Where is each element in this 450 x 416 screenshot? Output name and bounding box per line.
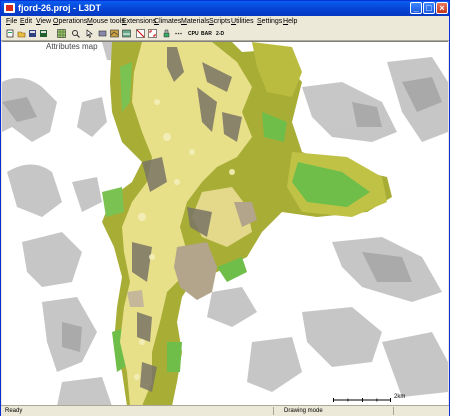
status-empty-cell [393, 407, 448, 415]
status-text: Ready [5, 408, 23, 414]
view-mode-toggle[interactable]: 2-D [216, 30, 224, 38]
save-all-icon[interactable] [39, 29, 48, 38]
app-icon [4, 3, 15, 13]
status-bar: Ready Drawing mode [1, 405, 449, 416]
menu-edit[interactable]: Edit [20, 17, 32, 27]
shape-icon[interactable] [98, 29, 107, 38]
app-window: fjord-26.proj - L3DT _ □ × File Edit Vie… [0, 0, 450, 416]
paint-icon[interactable] [162, 29, 171, 38]
minimize-button[interactable]: _ [410, 2, 422, 14]
toolbar: CPU BAR 2-D [1, 28, 449, 41]
bar-toggle[interactable]: BAR [201, 30, 212, 38]
window-title: fjord-26.proj - L3DT [18, 3, 101, 13]
grid-icon[interactable] [57, 29, 66, 38]
menu-file[interactable]: File [6, 17, 17, 27]
maximize-button[interactable]: □ [423, 2, 435, 14]
cpu-toggle[interactable]: CPU [188, 30, 199, 38]
menu-mouse-tools[interactable]: Mouse tools [87, 17, 125, 27]
grid-select-icon[interactable] [136, 29, 145, 38]
layers-icon[interactable] [122, 29, 131, 38]
status-mode: Drawing mode [273, 407, 393, 415]
menu-help[interactable]: Help [283, 17, 297, 27]
map-icon[interactable] [110, 29, 119, 38]
menu-extensions[interactable]: Extensions [122, 17, 156, 27]
scale-label: 2km [394, 394, 406, 400]
menu-settings[interactable]: Settings [257, 17, 282, 27]
menu-climates[interactable]: Climates [154, 17, 181, 27]
new-icon[interactable] [6, 29, 15, 38]
menu-scripts[interactable]: Scripts [209, 17, 230, 27]
menu-operations[interactable]: Operations [53, 17, 87, 27]
dots-icon[interactable] [174, 29, 183, 38]
map-name-label: Attributes map [46, 42, 98, 51]
map-viewport[interactable]: Attributes map 2km [2, 41, 448, 406]
title-bar[interactable]: fjord-26.proj - L3DT _ □ × [1, 1, 449, 16]
menu-utilities[interactable]: Utilities [231, 17, 254, 27]
save-icon[interactable] [28, 29, 37, 38]
close-button[interactable]: × [436, 2, 448, 14]
fit-icon[interactable] [148, 29, 157, 38]
menu-materials[interactable]: Materials [181, 17, 209, 27]
terrain-map[interactable] [2, 42, 448, 406]
zoom-icon[interactable] [71, 29, 80, 38]
menu-view[interactable]: View [36, 17, 51, 27]
open-icon[interactable] [17, 29, 26, 38]
scale-bar [333, 398, 391, 402]
menu-bar: File Edit View Operations Mouse tools Ex… [1, 16, 449, 28]
pointer-icon[interactable] [85, 29, 94, 38]
